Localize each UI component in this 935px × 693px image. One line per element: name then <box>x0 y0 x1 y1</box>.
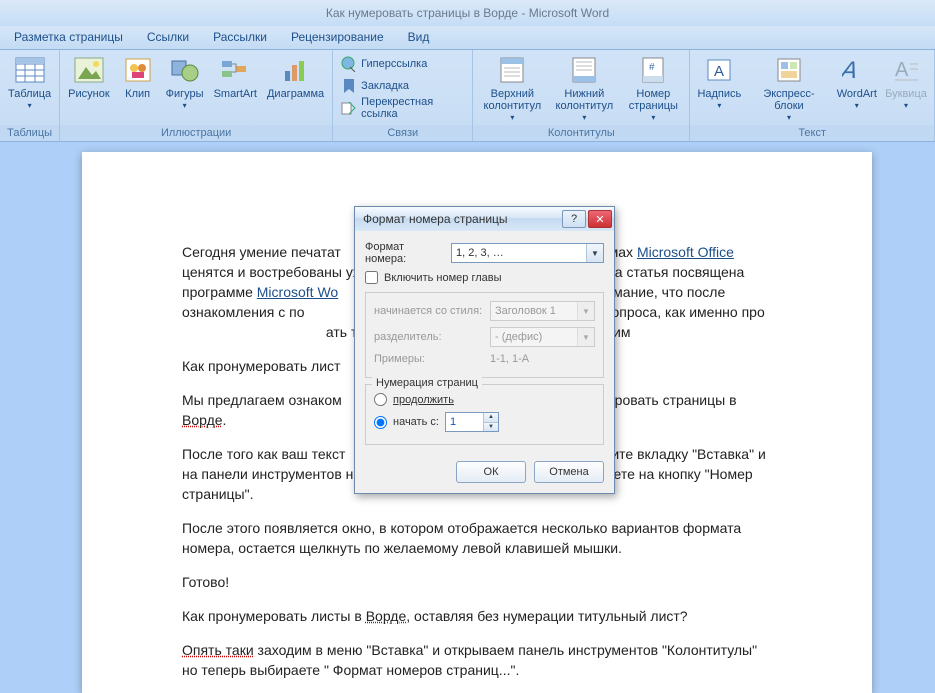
spin-down-icon[interactable]: ▼ <box>483 423 498 432</box>
smartart-button[interactable]: SmartArt <box>210 52 261 102</box>
svg-text:A: A <box>842 57 860 84</box>
window-title: Как нумеровать страницы в Ворде - Micros… <box>326 6 609 20</box>
group-label-text: Текст <box>690 125 934 141</box>
textbox-button[interactable]: A Надпись ▾ <box>694 52 744 112</box>
ribbon-tabs: Разметка страницы Ссылки Рассылки Реценз… <box>0 26 935 50</box>
header-button[interactable]: Верхний колонтитул ▾ <box>477 52 547 124</box>
shapes-icon <box>169 54 201 86</box>
chevron-down-icon: ▼ <box>586 244 603 262</box>
hyperlink-button[interactable]: Гиперссылка <box>341 54 464 74</box>
tab-references[interactable]: Ссылки <box>135 26 201 49</box>
para[interactable]: Опять таки заходим в меню "Вставка" и от… <box>182 640 772 680</box>
wordart-icon: A <box>841 54 873 86</box>
group-label-links: Связи <box>333 125 472 141</box>
header-icon <box>496 54 528 86</box>
dialog-title: Формат номера страницы <box>363 212 560 226</box>
chevron-down-icon: ▼ <box>577 328 594 346</box>
chart-icon <box>280 54 312 86</box>
number-format-combo[interactable]: 1, 2, 3, … ▼ <box>451 243 604 263</box>
globe-link-icon <box>341 56 357 72</box>
chart-button[interactable]: Диаграмма <box>263 52 328 102</box>
dropdown-icon: ▾ <box>28 101 32 110</box>
shapes-button[interactable]: Фигуры ▾ <box>162 52 208 112</box>
group-label-hf: Колонтитулы <box>473 125 689 141</box>
start-at-spinner[interactable]: 1 ▲▼ <box>445 412 499 432</box>
chapter-fieldset: начинается со стиля: Заголовок 1▼ раздел… <box>365 292 604 378</box>
chevron-down-icon: ▼ <box>577 302 594 320</box>
svg-text:A: A <box>714 63 724 80</box>
tab-page-layout[interactable]: Разметка страницы <box>2 26 135 49</box>
start-at-radio[interactable] <box>374 416 387 429</box>
dropcap-icon: A <box>890 54 922 86</box>
table-icon <box>14 54 46 86</box>
picture-icon <box>73 54 105 86</box>
clip-button[interactable]: Клип <box>116 52 160 102</box>
dropdown-icon: ▾ <box>855 101 859 110</box>
crossref-icon <box>341 100 357 116</box>
group-label-illus: Иллюстрации <box>60 125 332 141</box>
bookmark-button[interactable]: Закладка <box>341 76 464 96</box>
tab-mailings[interactable]: Рассылки <box>201 26 279 49</box>
help-button[interactable]: ? <box>562 210 586 228</box>
ok-button[interactable]: ОК <box>456 461 526 483</box>
format-label: Формат номера: <box>365 241 445 265</box>
continue-label: продолжить <box>393 394 454 406</box>
dropdown-icon: ▾ <box>717 101 721 110</box>
include-chapter-label: Включить номер главы <box>384 272 502 284</box>
dropcap-button[interactable]: A Буквица ▾ <box>882 52 930 112</box>
chapter-style-combo: Заголовок 1▼ <box>490 301 595 321</box>
dropdown-icon: ▾ <box>787 113 791 122</box>
wordart-button[interactable]: A WordArt ▾ <box>834 52 880 112</box>
title-bar: Как нумеровать страницы в Ворде - Micros… <box>0 0 935 26</box>
start-at-label: начать с: <box>393 416 439 428</box>
page-number-button[interactable]: # Номер страницы ▾ <box>621 52 685 124</box>
footer-icon <box>568 54 600 86</box>
picture-button[interactable]: Рисунок <box>64 52 114 102</box>
group-label-tables: Таблицы <box>0 125 59 141</box>
bookmark-icon <box>341 78 357 94</box>
fieldset-legend: Нумерация страниц <box>372 377 482 389</box>
continue-radio[interactable] <box>374 393 387 406</box>
smartart-icon <box>219 54 251 86</box>
group-tables: Таблица ▾ Таблицы <box>0 50 60 141</box>
para[interactable]: После этого появляется окно, в котором о… <box>182 518 772 558</box>
page-numbering-fieldset: Нумерация страниц продолжить начать с: 1… <box>365 384 604 445</box>
dropdown-icon: ▾ <box>904 101 908 110</box>
svg-text:#: # <box>649 62 655 73</box>
para[interactable]: Как пронумеровать листы в Ворде, оставля… <box>182 606 772 626</box>
footer-button[interactable]: Нижний колонтитул ▾ <box>549 52 619 124</box>
crossref-button[interactable]: Перекрестная ссылка <box>341 98 464 118</box>
tab-review[interactable]: Рецензирование <box>279 26 396 49</box>
group-headerfooter: Верхний колонтитул ▾ Нижний колонтитул ▾… <box>473 50 690 141</box>
dialog-titlebar[interactable]: Формат номера страницы ? ✕ <box>355 207 614 231</box>
dropdown-icon: ▾ <box>510 113 514 122</box>
close-icon: ✕ <box>595 213 604 226</box>
group-illustrations: Рисунок Клип Фигуры ▾ SmartArt Диаграмма… <box>60 50 333 141</box>
quickparts-icon <box>773 54 805 86</box>
separator-combo: - (дефис)▼ <box>490 327 595 347</box>
dropdown-icon: ▾ <box>582 113 586 122</box>
cancel-button[interactable]: Отмена <box>534 461 604 483</box>
table-button[interactable]: Таблица ▾ <box>4 52 55 112</box>
quickparts-button[interactable]: Экспресс-блоки ▾ <box>746 52 831 124</box>
dropdown-icon: ▾ <box>651 113 655 122</box>
page-number-icon: # <box>637 54 669 86</box>
textbox-icon: A <box>703 54 735 86</box>
group-links: Гиперссылка Закладка Перекрестная ссылка… <box>333 50 473 141</box>
group-text: A Надпись ▾ Экспресс-блоки ▾ A WordArt ▾… <box>690 50 935 141</box>
dropdown-icon: ▾ <box>183 101 187 110</box>
clip-icon <box>122 54 154 86</box>
para[interactable]: Готово! <box>182 572 772 592</box>
spin-up-icon[interactable]: ▲ <box>483 413 498 423</box>
page-number-format-dialog: Формат номера страницы ? ✕ Формат номера… <box>354 206 615 494</box>
include-chapter-checkbox[interactable] <box>365 271 378 284</box>
svg-text:A: A <box>895 59 909 81</box>
tab-view[interactable]: Вид <box>396 26 442 49</box>
ribbon: Таблица ▾ Таблицы Рисунок Клип Фигуры ▾ <box>0 50 935 142</box>
close-button[interactable]: ✕ <box>588 210 612 228</box>
